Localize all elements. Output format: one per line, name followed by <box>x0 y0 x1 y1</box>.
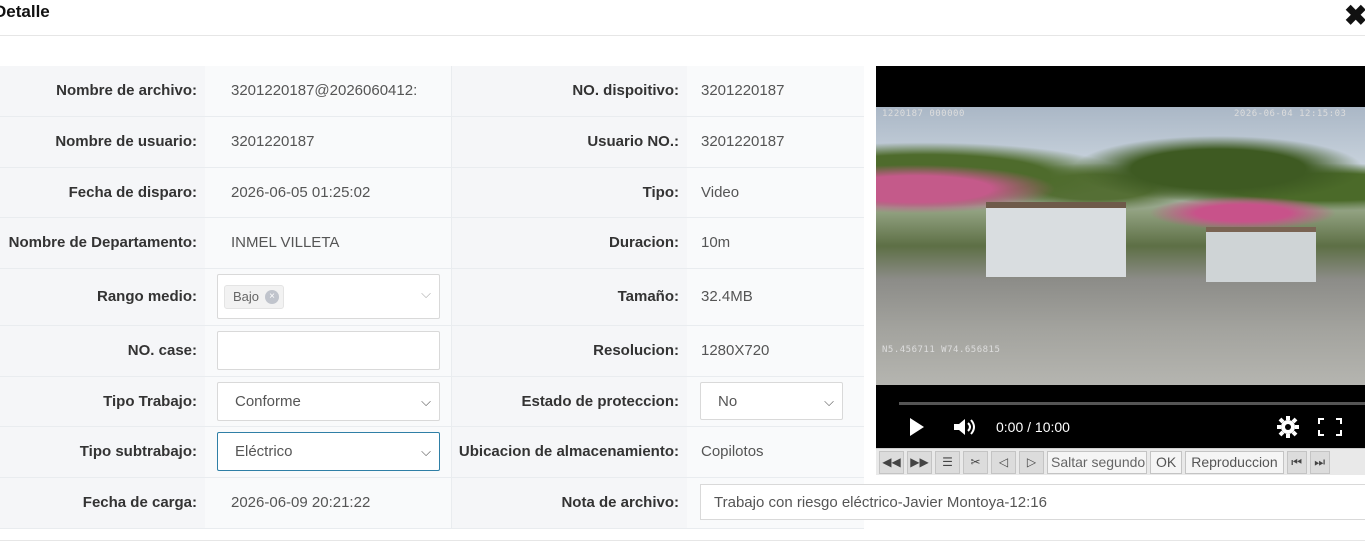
range-label: Rango medio: <box>0 268 205 326</box>
user-no-value: 3201220187 <box>687 116 864 168</box>
frame-forward-icon[interactable]: ▷ <box>1019 450 1044 474</box>
device-value: 3201220187 <box>687 66 864 117</box>
volume-icon[interactable] <box>953 418 977 436</box>
skip-start-icon[interactable]: ⏮ <box>1286 450 1307 474</box>
storage-value: Copilotos <box>687 426 864 478</box>
range-select[interactable]: Bajo × ⌵ <box>217 274 440 319</box>
close-icon[interactable]: ✖ <box>1344 2 1365 30</box>
player-controls: 0:00 / 10:00 <box>876 385 1365 448</box>
osd-coordinates: N5.456711 W74.656815 <box>882 345 1001 355</box>
table-row: Nombre de archivo: 3201220187@2026060412… <box>0 66 864 117</box>
protection-cell: No ⌵ <box>687 376 864 427</box>
chevron-down-icon: ⌵ <box>421 286 431 301</box>
range-cell: Bajo × ⌵ <box>205 268 452 326</box>
dialog-title: Detalle <box>0 2 50 21</box>
department-value: INMEL VILLETA <box>205 217 452 269</box>
case-label: NO. case: <box>0 325 205 377</box>
table-row: Tipo subtrabajo: Eléctrico ⌵ Ubicacion d… <box>0 426 864 478</box>
chevron-down-icon: ⌵ <box>421 393 431 409</box>
video-frame <box>876 107 1365 385</box>
storage-label: Ubicacion de almacenamiento: <box>451 426 687 478</box>
rewind-icon[interactable]: ◀◀ <box>879 450 904 474</box>
type-label: Tipo: <box>451 167 687 218</box>
dialog-header: Detalle ✖ <box>0 0 1365 36</box>
upload-date-value: 2026-06-09 20:21:22 <box>205 477 452 529</box>
skip-seconds-input[interactable]: Saltar segundo <box>1047 450 1147 474</box>
play-icon[interactable] <box>909 418 925 436</box>
duration-label: Duracion: <box>451 217 687 269</box>
work-type-cell: Conforme ⌵ <box>205 376 452 427</box>
progress-bar[interactable] <box>899 402 1365 405</box>
case-input[interactable] <box>217 331 440 370</box>
size-label: Tamaño: <box>451 268 687 326</box>
subwork-type-label: Tipo subtrabajo: <box>0 426 205 478</box>
list-icon[interactable]: ☰ <box>935 450 960 474</box>
duration-value: 10m <box>687 217 864 269</box>
size-value: 32.4MB <box>687 268 864 326</box>
table-row: NO. case: Resolucion: 1280X720 <box>0 325 864 377</box>
work-type-select[interactable]: Conforme ⌵ <box>217 381 440 421</box>
department-label: Nombre de Departamento: <box>0 217 205 269</box>
file-name-value: 3201220187@2026060412: <box>205 66 452 117</box>
chevron-down-icon: ⌵ <box>824 394 834 409</box>
device-label: NO. dispoitivo: <box>451 66 687 117</box>
note-label: Nota de archivo: <box>451 477 687 529</box>
osd-device-id: 1220187 000000 <box>882 109 965 119</box>
table-row: Nombre de usuario: 3201220187 Usuario NO… <box>0 116 864 168</box>
upload-date-label: Fecha de carga: <box>0 477 205 529</box>
protection-label: Estado de proteccion: <box>451 376 687 427</box>
fast-forward-icon[interactable]: ▶▶ <box>907 450 932 474</box>
player-toolbar: ◀◀ ▶▶ ☰ ✂ ◁ ▷ Saltar segundo OK Reproduc… <box>876 448 1365 475</box>
shot-date-label: Fecha de disparo: <box>0 167 205 218</box>
work-type-label: Tipo Trabajo: <box>0 376 205 427</box>
resolution-value: 1280X720 <box>687 325 864 377</box>
video-player[interactable]: 1220187 000000 2026-06-04 12:15:03 N5.45… <box>876 66 1365 448</box>
subwork-type-select[interactable]: Eléctrico ⌵ <box>217 432 440 471</box>
scissors-icon[interactable]: ✂ <box>963 450 988 474</box>
range-tag: Bajo × <box>224 284 285 309</box>
footer-divider <box>0 540 1365 541</box>
ok-button[interactable]: OK <box>1150 450 1183 474</box>
table-row: Nombre de Departamento: INMEL VILLETA Du… <box>0 217 864 269</box>
shot-date-value: 2026-06-05 01:25:02 <box>205 167 452 218</box>
resolution-label: Resolucion: <box>451 325 687 377</box>
user-no-label: Usuario NO.: <box>451 116 687 168</box>
subwork-type-cell: Eléctrico ⌵ <box>205 426 452 478</box>
note-input[interactable]: Trabajo con riesgo eléctrico-Javier Mont… <box>700 484 1365 520</box>
table-row: Tipo Trabajo: Conforme ⌵ Estado de prote… <box>0 376 864 427</box>
type-value: Video <box>687 167 864 218</box>
playback-button[interactable]: Reproduccion <box>1185 450 1284 474</box>
file-name-label: Nombre de archivo: <box>0 66 205 117</box>
osd-timestamp: 2026-06-04 12:15:03 <box>1234 109 1347 119</box>
tag-remove-icon[interactable]: × <box>265 289 280 304</box>
protection-select[interactable]: No ⌵ <box>700 382 843 420</box>
settings-gear-icon[interactable] <box>1277 416 1299 438</box>
user-name-label: Nombre de usuario: <box>0 116 205 168</box>
frame-back-icon[interactable]: ◁ <box>991 450 1016 474</box>
case-cell <box>205 325 452 377</box>
chevron-down-icon: ⌵ <box>421 444 431 459</box>
user-name-value: 3201220187 <box>205 116 452 168</box>
time-display: 0:00 / 10:00 <box>996 419 1070 435</box>
detail-table: Nombre de archivo: 3201220187@2026060412… <box>0 66 864 529</box>
skip-end-icon[interactable]: ⏭ <box>1309 450 1330 474</box>
fullscreen-icon[interactable] <box>1318 418 1342 436</box>
table-row: Rango medio: Bajo × ⌵ Tamaño: 32.4MB <box>0 268 864 326</box>
table-row: Fecha de disparo: 2026-06-05 01:25:02 Ti… <box>0 167 864 218</box>
